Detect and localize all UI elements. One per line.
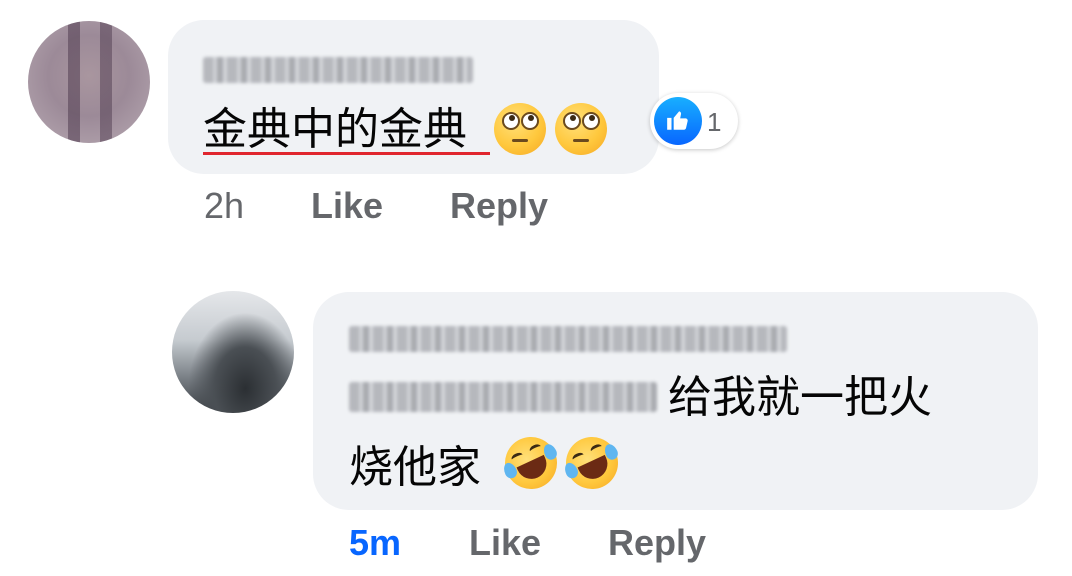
reply-button[interactable]: Reply [450,188,548,224]
like-button[interactable]: Like [469,525,541,561]
author-name-redacted[interactable] [349,326,787,352]
thumbs-up-icon [654,97,702,145]
mentioned-user-redacted[interactable] [349,382,657,412]
comment-text: 金典中的金典 [203,104,467,155]
comment-timestamp[interactable]: 2h [204,188,244,224]
spellcheck-underline [203,152,490,155]
face-with-rolling-eyes-icon [494,103,546,155]
author-name-redacted[interactable] [203,57,473,83]
reply-button[interactable]: Reply [608,525,706,561]
comment-timestamp[interactable]: 5m [349,525,401,561]
comment-text-line-1: 给我就一把火 [668,372,932,423]
reaction-summary-badge[interactable]: 1 [650,93,738,149]
reaction-count: 1 [707,107,722,137]
comment-text-line-2: 烧他家 [349,442,481,493]
commenter-avatar[interactable] [28,21,150,143]
face-with-rolling-eyes-icon [555,103,607,155]
commenter-avatar[interactable] [172,291,294,413]
like-button[interactable]: Like [311,188,383,224]
